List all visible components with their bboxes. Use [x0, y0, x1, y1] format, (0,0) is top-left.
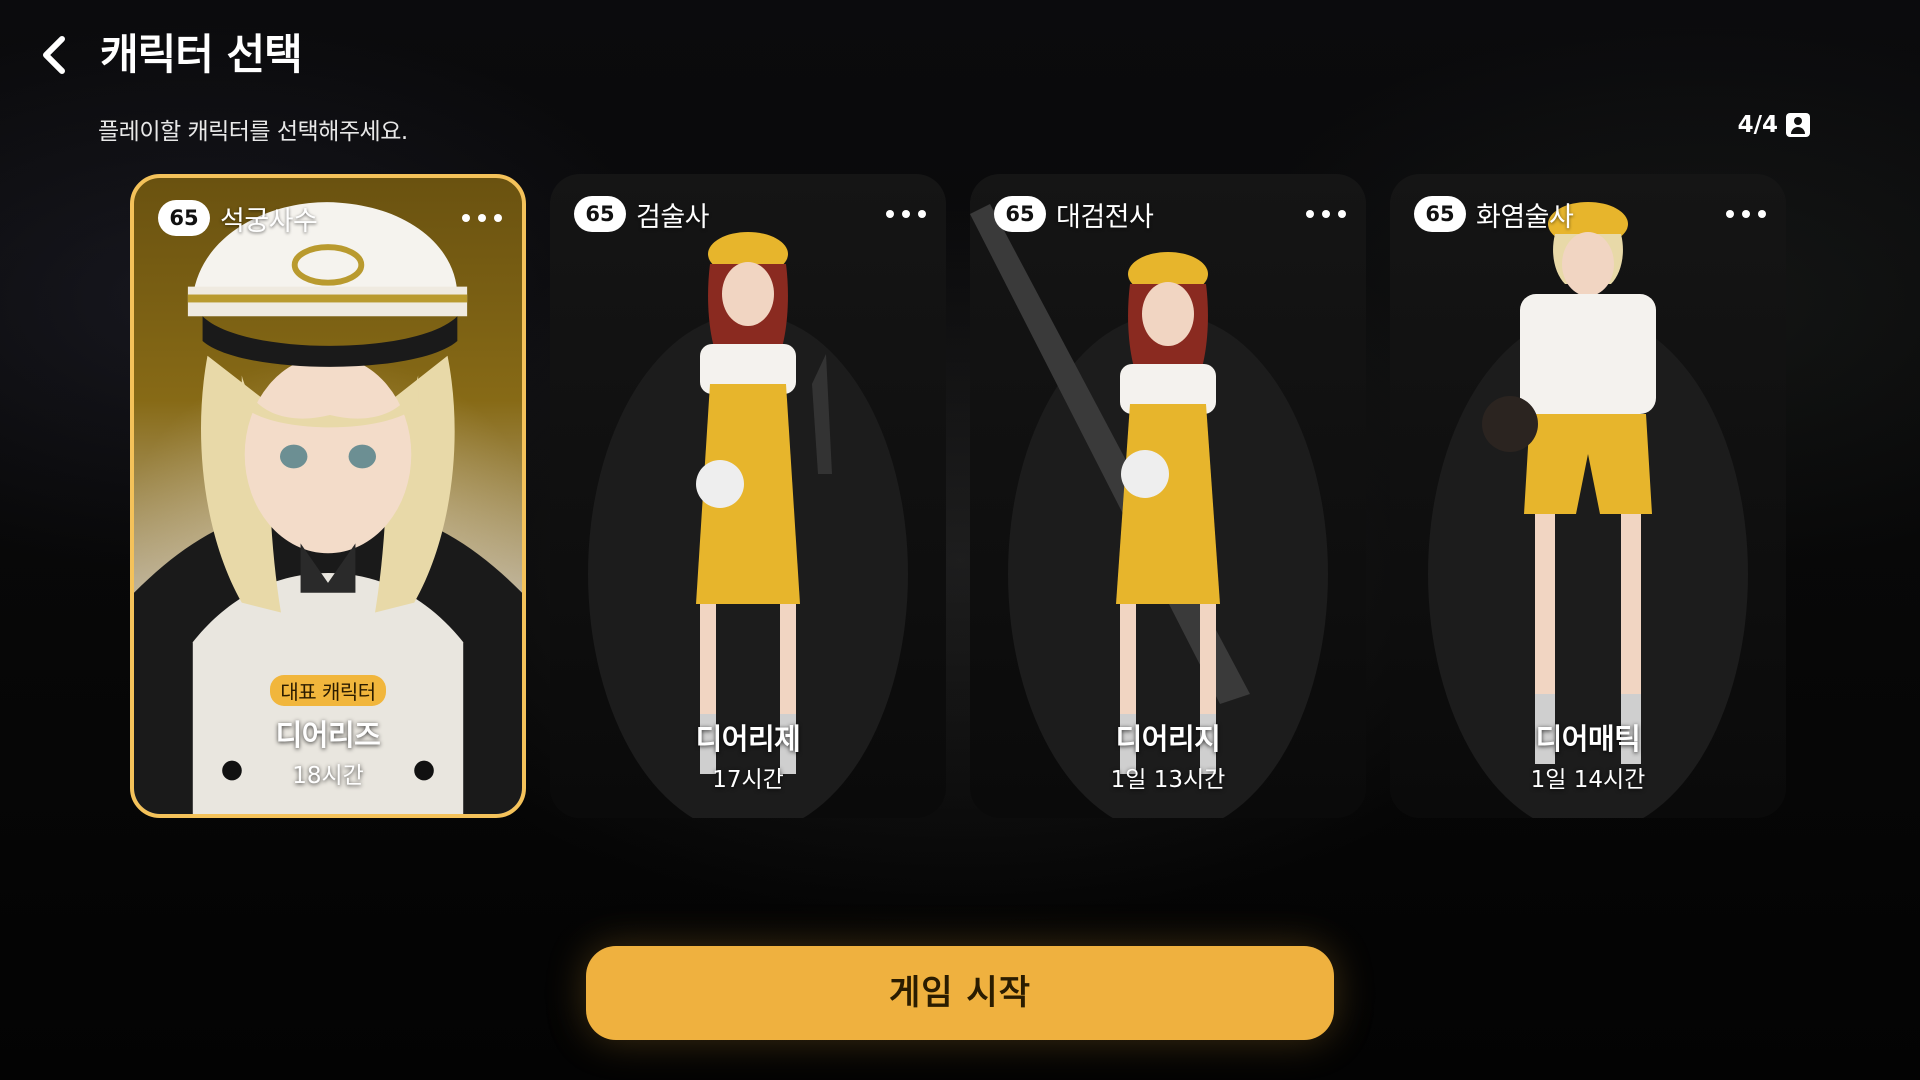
level-badge: 65 [158, 200, 210, 236]
slot-count: 4/4 [1737, 112, 1778, 138]
character-name: 디어매틱 [1535, 722, 1641, 756]
card-header: 65 대검전사 [994, 194, 1346, 234]
character-name: 디어리지 [1115, 722, 1221, 756]
more-horizontal-icon [886, 210, 894, 218]
class-name: 대검전사 [1056, 201, 1154, 233]
card-header: 65 석궁사수 [158, 198, 502, 238]
person-icon [1786, 113, 1810, 137]
character-select-screen: 캐릭터 선택 플레이할 캐릭터를 선택해주세요. 4/4 65 석궁사수 대표 … [0, 0, 1920, 1080]
level-badge: 65 [574, 196, 626, 232]
level-badge: 65 [994, 196, 1046, 232]
slot-counter: 4/4 [1738, 112, 1810, 138]
card-footer: 디어매틱 1일 14시간 [1390, 716, 1786, 794]
more-options-button[interactable] [1726, 202, 1766, 226]
more-dot [494, 214, 502, 222]
play-time: 18시간 [292, 763, 364, 789]
character-card-2[interactable]: 65 검술사 디어리제 17시간 [550, 174, 946, 818]
card-header: 65 화염술사 [1414, 194, 1766, 234]
card-footer: 디어리제 17시간 [550, 716, 946, 794]
more-dot [1742, 210, 1750, 218]
more-options-button[interactable] [1306, 202, 1346, 226]
more-dot [918, 210, 926, 218]
character-card-4[interactable]: 65 화염술사 디어매틱 1일 14시간 [1390, 174, 1786, 818]
back-button[interactable] [30, 30, 80, 80]
page-subtitle: 플레이할 캐릭터를 선택해주세요. [98, 119, 408, 145]
more-horizontal-icon [462, 214, 470, 222]
page-title: 캐릭터 선택 [100, 30, 303, 79]
more-dot [478, 214, 486, 222]
representative-badge: 대표 캐릭터 [270, 675, 386, 706]
play-time: 1일 14시간 [1530, 767, 1646, 793]
class-name: 석궁사수 [220, 205, 318, 237]
more-dot [1338, 210, 1346, 218]
chevron-left-icon [43, 36, 65, 74]
character-name: 디어리제 [695, 722, 801, 756]
more-horizontal-icon [1726, 210, 1734, 218]
game-start-button[interactable]: 게임 시작 [586, 946, 1334, 1040]
more-options-button[interactable] [886, 202, 926, 226]
card-footer: 디어리지 1일 13시간 [970, 716, 1366, 794]
character-card-list: 65 석궁사수 대표 캐릭터 디어리즈 18시간 65 검술사 디어리제 17시… [130, 174, 1790, 820]
class-name: 화염술사 [1476, 201, 1574, 233]
more-dot [1322, 210, 1330, 218]
more-horizontal-icon [1306, 210, 1314, 218]
play-time: 1일 13시간 [1110, 767, 1226, 793]
character-card-3[interactable]: 65 대검전사 디어리지 1일 13시간 [970, 174, 1366, 818]
more-options-button[interactable] [462, 206, 502, 230]
more-dot [902, 210, 910, 218]
card-footer: 대표 캐릭터 디어리즈 18시간 [134, 675, 522, 790]
play-time: 17시간 [712, 767, 784, 793]
card-header: 65 검술사 [574, 194, 926, 234]
more-dot [1758, 210, 1766, 218]
class-name: 검술사 [636, 201, 710, 233]
level-badge: 65 [1414, 196, 1466, 232]
character-name: 디어리즈 [275, 718, 381, 752]
character-card-1[interactable]: 65 석궁사수 대표 캐릭터 디어리즈 18시간 [130, 174, 526, 818]
